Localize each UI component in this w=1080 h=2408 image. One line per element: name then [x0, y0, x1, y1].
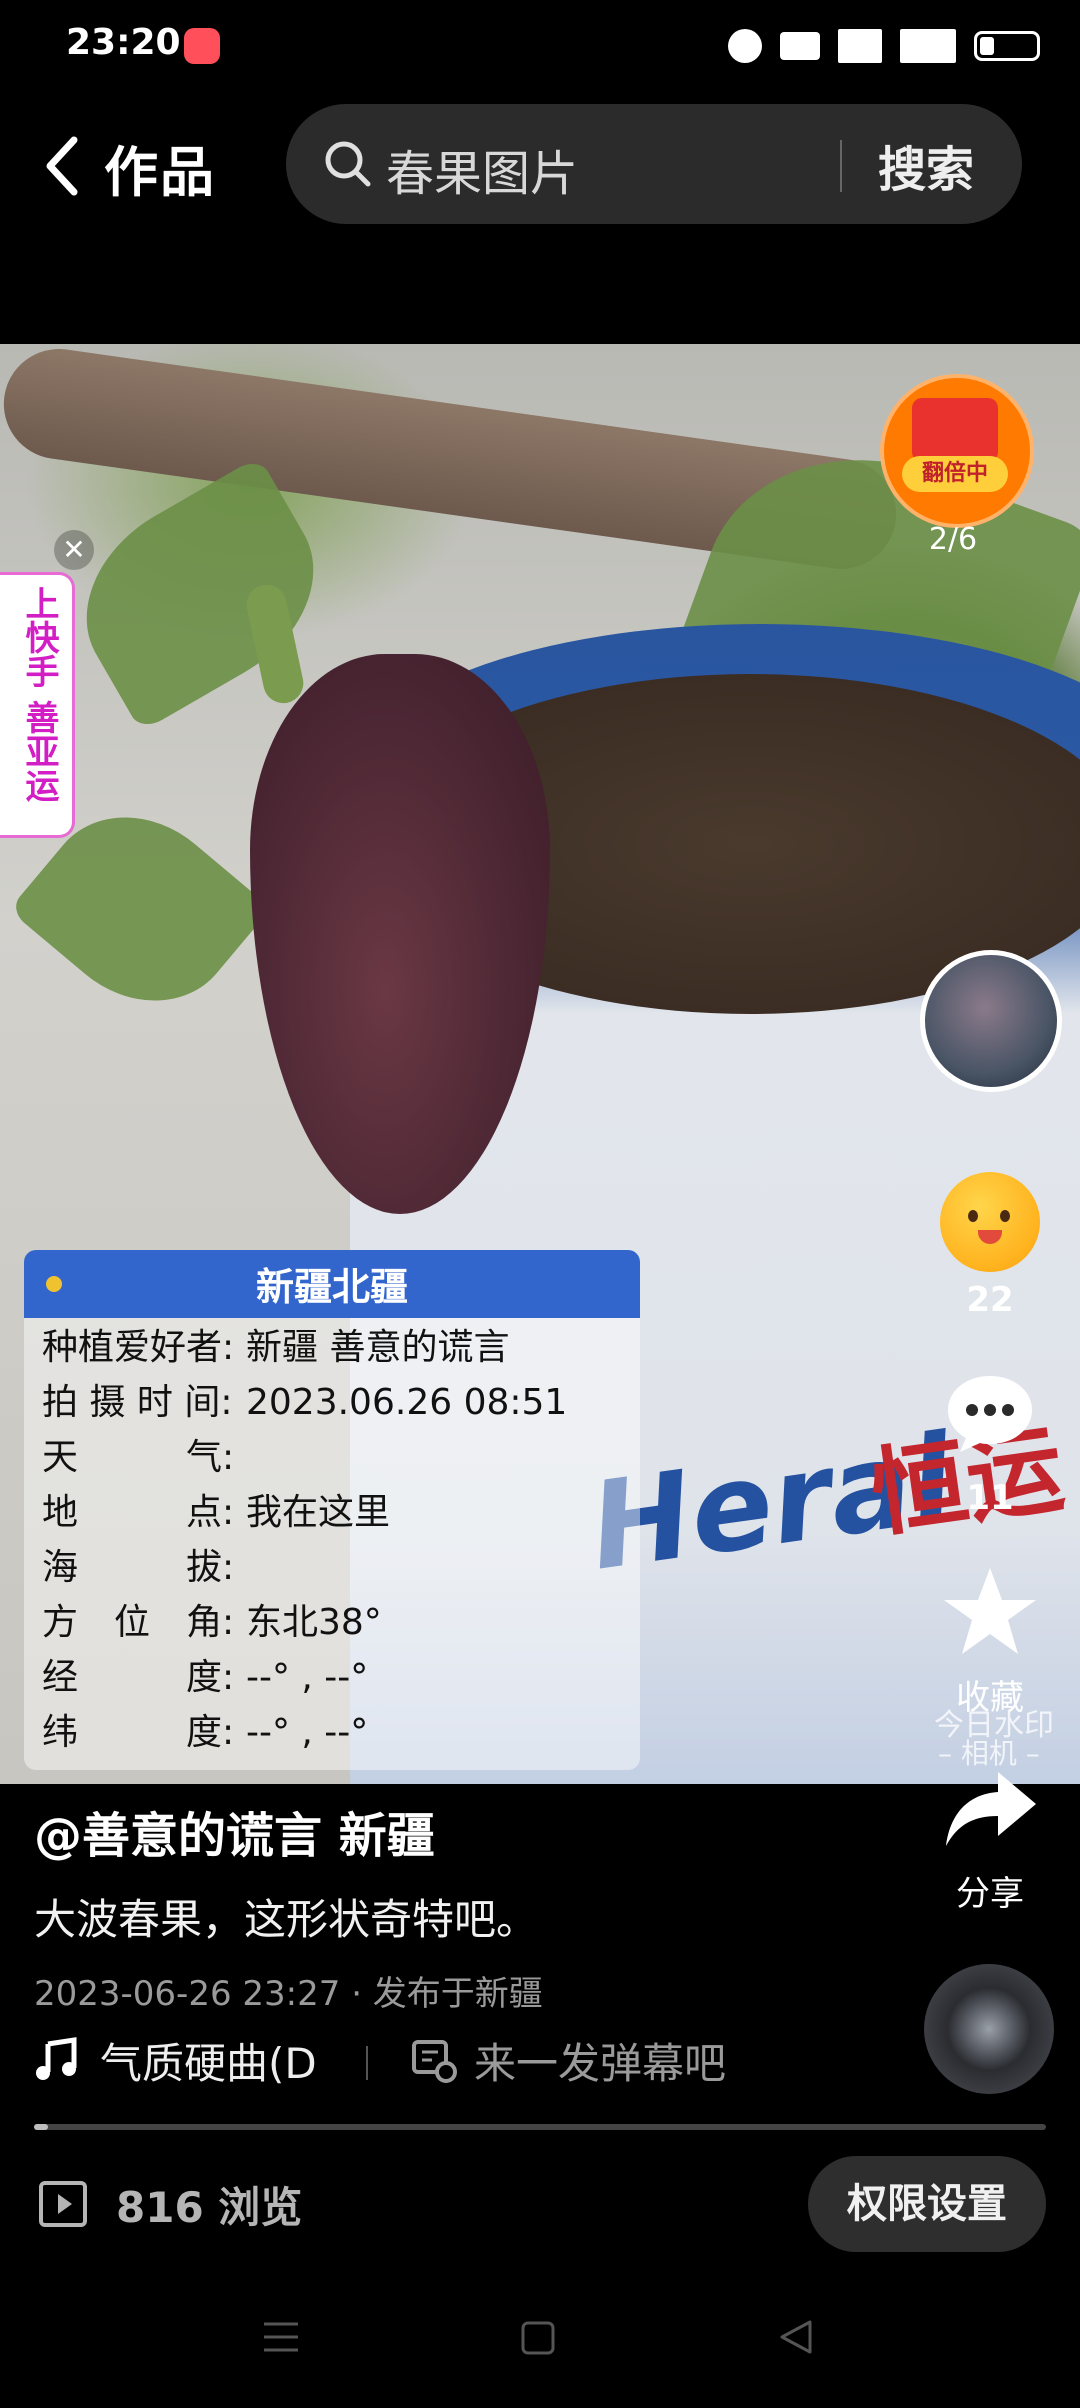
search-input[interactable]: 春果图片: [386, 134, 578, 204]
row-label: 方 位 角:: [42, 1602, 235, 1643]
progress-fill: [34, 2124, 48, 2130]
play-views-icon: [39, 2181, 87, 2227]
nav-back-icon[interactable]: [778, 2318, 814, 2356]
comment-icon[interactable]: [944, 1372, 1036, 1456]
watermark-row: 天 气:: [42, 1430, 567, 1485]
row-label: 种植爱好者:: [42, 1327, 235, 1368]
danmaku-input[interactable]: 来一发弹幕吧: [474, 2030, 726, 2091]
alarm-icon: [728, 29, 762, 63]
row-value: 东北38°: [246, 1602, 382, 1643]
page-title[interactable]: 作品: [104, 128, 216, 207]
row-label: 天 气:: [42, 1437, 235, 1478]
promo-close-icon[interactable]: ✕: [54, 530, 94, 570]
view-count: 816 浏览: [116, 2183, 303, 2232]
watermark-row: 方 位 角: 东北38°: [42, 1595, 567, 1650]
row-value: 新疆 善意的谎言: [246, 1327, 510, 1368]
music-divider: [366, 2046, 368, 2080]
page-counter: 2/6: [928, 522, 978, 557]
back-arrow-icon[interactable]: [40, 126, 84, 206]
comment-count: 11: [966, 1478, 1014, 1518]
row-label: 纬 度:: [42, 1712, 235, 1753]
post-description: 大波春果，这形状奇特吧。: [34, 1895, 539, 1944]
watermark-row: 地 点: 我在这里: [42, 1485, 567, 1540]
row-label: 经 度:: [42, 1657, 235, 1698]
watermark-row: 拍 摄 时 间: 2023.06.26 08:51: [42, 1375, 567, 1430]
nav-home-icon[interactable]: [520, 2320, 556, 2356]
watermark-row: 种植爱好者: 新疆 善意的谎言: [42, 1320, 567, 1375]
author-name[interactable]: @善意的谎言 新疆: [34, 1796, 435, 1866]
row-value: 我在这里: [246, 1492, 391, 1533]
status-icons: [728, 26, 1040, 66]
battery-icon: [974, 31, 1040, 61]
search-button[interactable]: 搜索: [878, 130, 974, 200]
red-packet-icon: [912, 398, 998, 462]
share-arrow-icon[interactable]: [940, 1764, 1040, 1854]
promo-text[interactable]: 上快手 善亚运: [12, 586, 59, 802]
red-packet-label: 翻倍中: [902, 456, 1008, 492]
permission-settings-button[interactable]: 权限设置: [808, 2156, 1046, 2252]
watermark-row: 海 拔:: [42, 1540, 567, 1595]
music-note-icon: [36, 2037, 77, 2080]
watermark-row: 经 度: --° , --°: [42, 1650, 567, 1705]
share-label: 分享: [956, 1874, 1024, 1914]
progress-track[interactable]: [34, 2124, 1046, 2130]
app-notification-icon: [184, 28, 220, 64]
status-time: 23:20: [66, 22, 181, 63]
watermark-row: 纬 度: --° , --°: [42, 1705, 567, 1760]
row-label: 海 拔:: [42, 1547, 235, 1588]
row-value: --° , --°: [246, 1712, 369, 1753]
fig-leaf: [51, 456, 349, 732]
watermark-card-rows: 种植爱好者: 新疆 善意的谎言 拍 摄 时 间: 2023.06.26 08:51 …: [42, 1320, 567, 1760]
row-value: --° , --°: [246, 1657, 369, 1698]
row-value: 2023.06.26 08:51: [246, 1382, 568, 1423]
search-divider: [840, 140, 842, 192]
like-emoji-icon[interactable]: [940, 1172, 1040, 1272]
row-label: 拍 摄 时 间:: [42, 1382, 233, 1423]
like-count: 22: [966, 1280, 1014, 1320]
signal-5g-icon: [838, 29, 882, 63]
post-meta: 2023-06-26 23:27 · 发布于新疆: [34, 1974, 543, 2014]
row-label: 地 点:: [42, 1492, 235, 1533]
danmaku-icon: [412, 2040, 457, 2083]
music-disc-icon[interactable]: [924, 1964, 1054, 2094]
hd-icon: [780, 32, 820, 60]
nav-menu-icon[interactable]: [262, 2320, 300, 2354]
author-avatar[interactable]: [920, 950, 1062, 1092]
music-title[interactable]: 气质硬曲(D: [100, 2030, 322, 2091]
star-icon[interactable]: [940, 1562, 1040, 1662]
search-icon: [325, 141, 371, 187]
watermark-card-title: 新疆北疆: [255, 1265, 408, 1309]
signal-4g-icon: [900, 29, 956, 63]
